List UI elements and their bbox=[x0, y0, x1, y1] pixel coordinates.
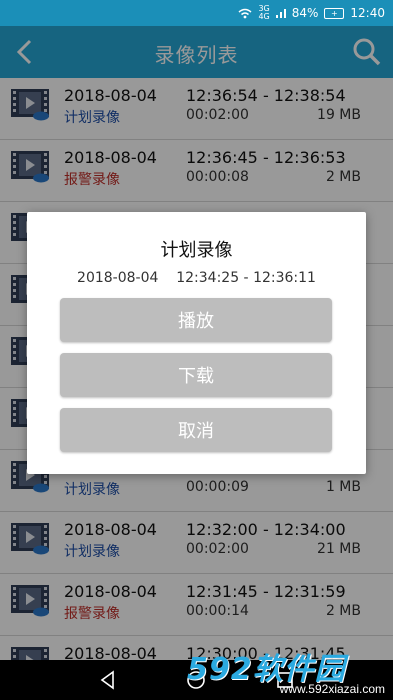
wifi-icon bbox=[238, 8, 252, 18]
cancel-button[interactable]: 取消 bbox=[60, 408, 332, 452]
battery-icon: + bbox=[324, 7, 345, 19]
network-type: 3G 4G bbox=[258, 5, 269, 21]
battery-percent: 84% bbox=[291, 6, 319, 20]
recording-dialog: 计划录像 2018-08-04 12:34:25 - 12:36:11 播放 下… bbox=[27, 212, 366, 474]
status-indicators: 3G 4G 84% + 12:40 bbox=[238, 5, 385, 21]
status-bar: 3G 4G 84% + 12:40 bbox=[0, 0, 393, 26]
network-bottom: 4G bbox=[258, 12, 270, 21]
clock: 12:40 bbox=[350, 6, 385, 20]
dialog-title: 计划录像 bbox=[160, 240, 233, 261]
back-nav-icon[interactable] bbox=[98, 670, 118, 690]
dialog-date: 2018-08-04 bbox=[77, 270, 159, 286]
dialog-info: 2018-08-04 12:34:25 - 12:36:11 bbox=[27, 270, 366, 286]
dialog-time-range: 12:34:25 - 12:36:11 bbox=[176, 270, 316, 286]
play-button[interactable]: 播放 bbox=[60, 298, 332, 342]
watermark: 592软件园 www.592xiazai.com bbox=[187, 644, 387, 696]
download-button[interactable]: 下载 bbox=[60, 353, 332, 397]
signal-icon bbox=[275, 9, 286, 18]
watermark-url: www.592xiazai.com bbox=[279, 682, 385, 696]
